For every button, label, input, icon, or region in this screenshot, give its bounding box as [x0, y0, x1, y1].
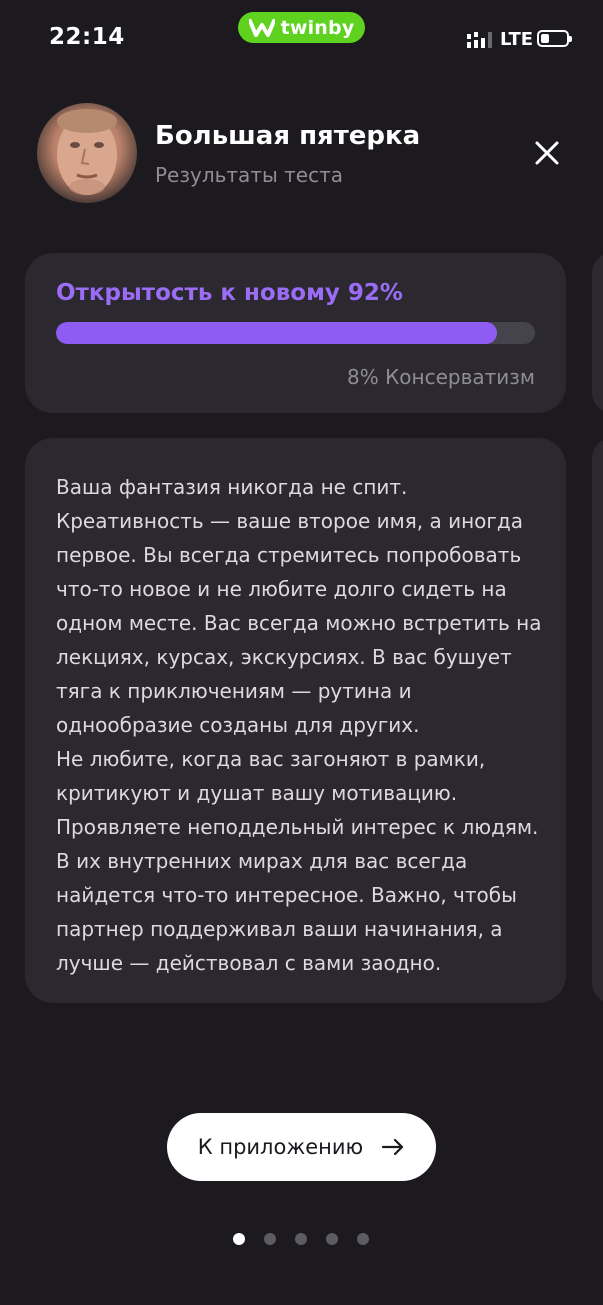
page-dot-2[interactable] — [264, 1233, 276, 1245]
page-dot-3[interactable] — [295, 1233, 307, 1245]
twinby-logo-icon — [248, 18, 275, 37]
page-subtitle: Результаты теста — [155, 163, 343, 187]
next-card-peek[interactable] — [592, 253, 603, 413]
description-paragraph: Не любите, когда вас загоняют в рамки, к… — [56, 747, 539, 975]
arrow-right-icon — [382, 1138, 404, 1156]
description-card: Ваша фантазия никогда не спит. Креативно… — [25, 438, 566, 1003]
screen: 22:14 twinby LTE Большая пятерка Результ… — [0, 0, 603, 1305]
avatar-face-image — [57, 109, 117, 195]
trait-progress-bar — [56, 322, 535, 344]
avatar — [37, 103, 137, 203]
signal-icon — [467, 32, 492, 48]
opposite-trait-label: 8% Консерватизм — [346, 365, 535, 389]
battery-icon — [537, 30, 572, 47]
next-description-card-peek[interactable] — [592, 438, 603, 1003]
trait-progress-fill — [56, 322, 497, 344]
brand-badge: twinby — [238, 12, 365, 43]
page-dot-4[interactable] — [326, 1233, 338, 1245]
network-type: LTE — [500, 29, 534, 50]
page-dot-5[interactable] — [357, 1233, 369, 1245]
close-icon[interactable] — [530, 136, 564, 170]
to-app-button[interactable]: К приложению — [167, 1113, 436, 1181]
status-time: 22:14 — [49, 24, 125, 50]
to-app-button-label: К приложению — [197, 1135, 364, 1159]
page-dot-1[interactable] — [233, 1233, 245, 1245]
brand-name: twinby — [280, 16, 355, 39]
description-text: Ваша фантазия никогда не спит. Креативно… — [56, 470, 551, 980]
page-title: Большая пятерка — [155, 121, 421, 151]
score-card: Открытость к новому 92% 8% Консерватизм — [25, 253, 566, 413]
page-indicator — [233, 1233, 369, 1245]
description-paragraph: Ваша фантазия никогда не спит. Креативно… — [56, 475, 542, 737]
trait-title: Открытость к новому 92% — [56, 280, 403, 306]
